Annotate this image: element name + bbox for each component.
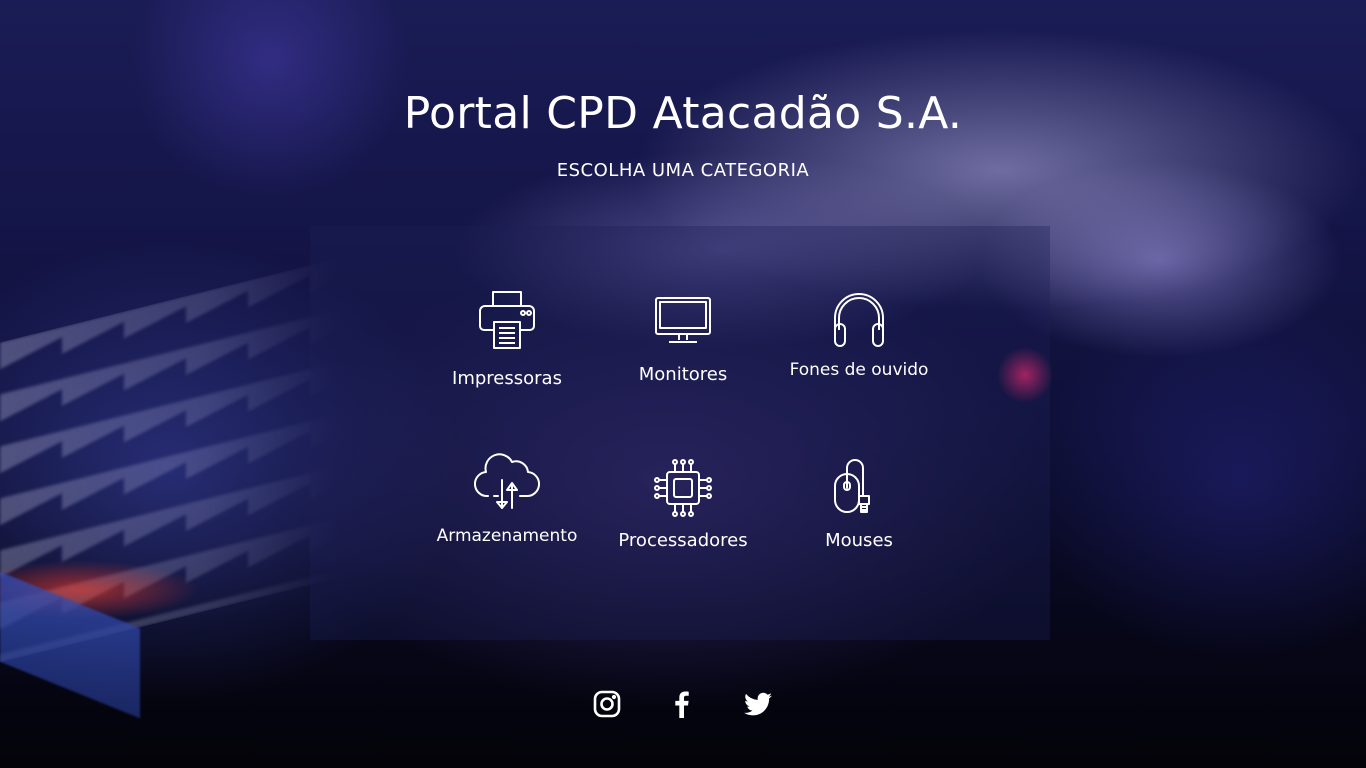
category-label: Armazenamento: [436, 526, 578, 546]
facebook-link[interactable]: [666, 688, 698, 720]
cloud-storage-icon: [474, 453, 540, 509]
category-processadores[interactable]: Processadores: [595, 458, 771, 551]
headphones-icon: [834, 293, 884, 347]
category-armazenamento[interactable]: Armazenamento: [419, 450, 595, 546]
twitter-link[interactable]: [742, 688, 774, 720]
category-mouses[interactable]: Mouses: [771, 458, 947, 551]
printer-icon: [479, 291, 535, 349]
category-impressoras[interactable]: Impressoras: [419, 290, 595, 389]
page-subtitle: ESCOLHA UMA CATEGORIA: [556, 160, 810, 181]
processor-chip-icon: [654, 459, 712, 517]
monitor-icon: [655, 297, 711, 343]
category-monitores[interactable]: Monitores: [595, 294, 771, 385]
category-label: Impressoras: [452, 368, 562, 389]
category-fones-de-ouvido[interactable]: Fones de ouvido: [771, 290, 947, 380]
category-label: Processadores: [618, 530, 748, 551]
mouse-icon: [834, 459, 870, 513]
page-title: Portal CPD Atacadão S.A.: [403, 88, 963, 139]
category-label: Fones de ouvido: [789, 360, 929, 380]
category-label: Monitores: [638, 364, 728, 385]
page: Portal CPD Atacadão S.A. ESCOLHA UMA CAT…: [0, 0, 1366, 768]
twitter-icon: [744, 692, 772, 716]
category-label: Mouses: [825, 530, 893, 551]
facebook-icon: [675, 691, 689, 718]
instagram-icon: [593, 690, 621, 718]
instagram-link[interactable]: [591, 688, 623, 720]
category-panel: [310, 226, 1050, 640]
